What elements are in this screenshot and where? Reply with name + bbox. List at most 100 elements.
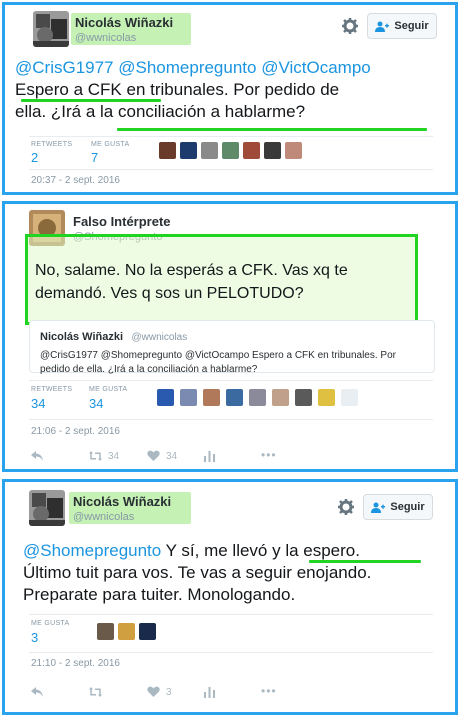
- tweet-card-1: Nicolás Wiñazki @wwnicolas Seguir @CrisG…: [2, 2, 458, 195]
- highlight-underline: [309, 560, 421, 563]
- liker-avatars: [159, 142, 302, 159]
- quoted-author-handle: @wwnicolas: [131, 332, 188, 343]
- avatar[interactable]: [243, 142, 260, 159]
- bar-chart-icon: [204, 687, 215, 698]
- mentions[interactable]: @CrisG1977 @Shomepregunto @VictOcampo: [15, 57, 455, 79]
- analytics-button[interactable]: [203, 450, 216, 462]
- liker-avatars: [97, 623, 156, 640]
- likes-count[interactable]: 34: [89, 396, 103, 411]
- author-handle[interactable]: @wwnicolas: [73, 511, 134, 523]
- more-icon: •••: [261, 684, 277, 698]
- avatar[interactable]: [341, 389, 358, 406]
- quoted-author-name: Nicolás Wiñazki: [40, 331, 124, 343]
- divider: [29, 136, 433, 137]
- tweet-text: @CrisG1977 @Shomepregunto @VictOcampo Es…: [15, 57, 455, 123]
- divider: [29, 380, 433, 381]
- quoted-text: @CrisG1977 @Shomepregunto @VictOcampo Es…: [40, 349, 424, 377]
- likes-count[interactable]: 7: [91, 150, 98, 165]
- avatar[interactable]: [97, 623, 114, 640]
- bar-chart-icon: [204, 451, 215, 462]
- avatar[interactable]: [295, 389, 312, 406]
- divider: [29, 614, 433, 615]
- avatar[interactable]: [226, 389, 243, 406]
- avatar[interactable]: [201, 142, 218, 159]
- retweets-count[interactable]: 2: [31, 150, 38, 165]
- avatar[interactable]: [222, 142, 239, 159]
- add-user-icon: [371, 502, 386, 513]
- avatar[interactable]: [29, 490, 65, 526]
- likes-label: ME GUSTA: [31, 620, 70, 627]
- reply-icon: [31, 687, 43, 697]
- more-icon: •••: [261, 448, 277, 462]
- timestamp[interactable]: 21:10 - 2 sept. 2016: [31, 658, 120, 669]
- tweet-line: Preparate para tuiter. Monologando.: [23, 585, 296, 604]
- tweet-text: @Shomepregunto Y sí, me llevó y la esper…: [23, 540, 453, 606]
- heart-icon: [147, 450, 160, 461]
- divider: [29, 169, 433, 170]
- avatar[interactable]: [159, 142, 176, 159]
- timestamp[interactable]: 20:37 - 2 sept. 2016: [31, 175, 120, 186]
- analytics-button[interactable]: [203, 686, 216, 698]
- quoted-line: pedido de ella. ¿Irá a la conciliación a…: [40, 364, 258, 375]
- retweet-button[interactable]: [89, 686, 102, 698]
- avatar[interactable]: [318, 389, 335, 406]
- follow-button[interactable]: Seguir: [363, 494, 433, 520]
- timestamp[interactable]: 21:06 - 2 sept. 2016: [31, 426, 120, 437]
- reply-icon: [31, 451, 43, 461]
- heart-icon: [147, 686, 160, 697]
- liker-avatars: [157, 389, 358, 406]
- retweet-count: 34: [108, 450, 120, 462]
- avatar[interactable]: [264, 142, 281, 159]
- gear-icon[interactable]: [337, 498, 355, 516]
- tweet-line-rest: Y sí, me llevó y la espero.: [161, 541, 360, 560]
- avatar[interactable]: [203, 389, 220, 406]
- tweet-line: @Shomepregunto Y sí, me llevó y la esper…: [23, 540, 453, 562]
- tweet-text: No, salame. No la esperás a CFK. Vas xq …: [35, 259, 415, 305]
- tweet-card-2: Falso Intérprete @Shomepregunto No, sala…: [2, 201, 458, 472]
- author-name[interactable]: Nicolás Wiñazki: [73, 494, 171, 509]
- follow-label: Seguir: [394, 20, 429, 32]
- avatar[interactable]: [180, 389, 197, 406]
- like-button[interactable]: 34: [147, 450, 177, 462]
- likes-label: ME GUSTA: [89, 386, 128, 393]
- author-handle[interactable]: @wwnicolas: [75, 32, 136, 44]
- retweet-icon: [89, 451, 102, 461]
- like-button[interactable]: 3: [147, 686, 172, 698]
- add-user-icon: [375, 21, 390, 32]
- avatar[interactable]: [33, 11, 69, 47]
- quoted-header: Nicolás Wiñazki @wwnicolas: [40, 327, 424, 345]
- tweet-line: No, salame. No la esperás a CFK. Vas xq …: [35, 262, 348, 279]
- tweet-line: Último tuit para vos. Te vas a seguir en…: [23, 563, 372, 582]
- mention[interactable]: @Shomepregunto: [23, 541, 161, 560]
- avatar[interactable]: [285, 142, 302, 159]
- more-button[interactable]: •••: [261, 448, 277, 462]
- avatar[interactable]: [157, 389, 174, 406]
- like-count: 3: [166, 686, 172, 698]
- quoted-tweet[interactable]: Nicolás Wiñazki @wwnicolas @CrisG1977 @S…: [29, 320, 435, 375]
- avatar[interactable]: [139, 623, 156, 640]
- avatar[interactable]: [272, 389, 289, 406]
- divider: [29, 652, 433, 653]
- retweet-button[interactable]: 34: [89, 450, 119, 462]
- retweets-label: RETWEETS: [31, 141, 73, 148]
- reply-button[interactable]: [31, 686, 44, 698]
- tweet-line: demandó. Ves q sos un PELOTUDO?: [35, 285, 304, 302]
- reply-button[interactable]: [31, 450, 44, 462]
- avatar[interactable]: [180, 142, 197, 159]
- gear-icon[interactable]: [341, 17, 359, 35]
- author-name[interactable]: Nicolás Wiñazki: [75, 15, 173, 30]
- tweet-line: ella. ¿Irá a la conciliación a hablarme?: [15, 102, 306, 121]
- highlight-underline: [21, 99, 161, 102]
- avatar[interactable]: [249, 389, 266, 406]
- follow-button[interactable]: Seguir: [367, 13, 437, 39]
- avatar[interactable]: [118, 623, 135, 640]
- like-count: 34: [166, 450, 178, 462]
- tweet-line: Espero a CFK en tribunales. Por pedido d…: [15, 80, 340, 99]
- retweet-icon: [89, 687, 102, 697]
- more-button[interactable]: •••: [261, 684, 277, 698]
- retweets-count[interactable]: 34: [31, 396, 45, 411]
- follow-label: Seguir: [390, 501, 425, 513]
- tweet-card-3: Nicolás Wiñazki @wwnicolas Seguir @Shome…: [2, 479, 458, 715]
- author-name[interactable]: Falso Intérprete: [73, 214, 171, 229]
- likes-count[interactable]: 3: [31, 630, 38, 645]
